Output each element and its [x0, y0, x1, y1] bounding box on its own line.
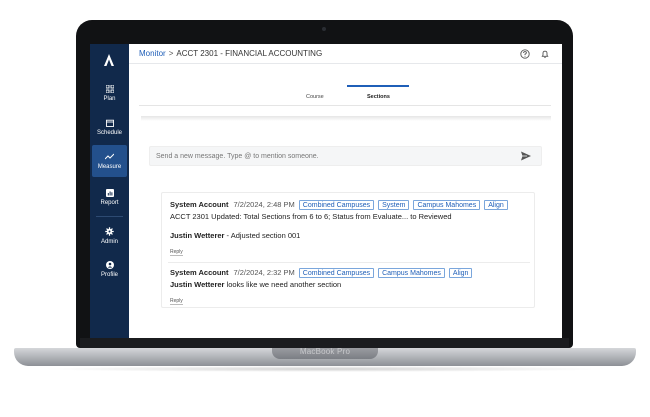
feed-message: System Account 7/2/2024, 2:32 PM Combine…: [170, 267, 530, 307]
calendar-icon: [105, 118, 115, 128]
message-feed: System Account 7/2/2024, 2:48 PM Combine…: [161, 192, 535, 308]
user-icon: [105, 260, 115, 270]
grid-icon: [105, 84, 115, 94]
tab-bar: Course Sections: [139, 85, 551, 106]
report-icon: [105, 188, 115, 198]
bell-icon[interactable]: [540, 49, 550, 59]
sidebar-item-admin[interactable]: Admin: [90, 220, 129, 252]
tag-badge[interactable]: Combined Campuses: [298, 199, 375, 210]
sidebar-item-label: Admin: [100, 238, 118, 245]
app-logo-icon[interactable]: [102, 53, 116, 67]
comment-text: looks like we need another section: [224, 280, 342, 289]
tag-badge[interactable]: Align: [484, 199, 508, 210]
sidebar-item-label: Measure: [97, 163, 122, 170]
breadcrumb-monitor-link[interactable]: Monitor: [139, 49, 166, 58]
breadcrumb-separator: >: [168, 49, 174, 58]
sidebar-item-label: Profile: [100, 271, 118, 278]
section-divider: [141, 116, 551, 121]
page-title: ACCT 2301 - FINANCIAL ACCOUNTING: [176, 49, 323, 58]
feed-message: System Account 7/2/2024, 2:48 PM Combine…: [170, 199, 530, 258]
laptop-shadow: [40, 366, 610, 372]
sidebar-item-label: Plan: [103, 95, 116, 102]
tab-sections[interactable]: Sections: [367, 94, 390, 100]
send-icon[interactable]: [520, 150, 532, 162]
camera-icon: [322, 27, 326, 31]
sidebar-item-label: Report: [100, 199, 119, 206]
message-body: Justin Wetterer looks like we need anoth…: [170, 280, 530, 289]
message-author[interactable]: System Account: [170, 200, 229, 209]
message-body: ACCT 2301 Updated: Total Sections from 6…: [170, 212, 452, 221]
sidebar-item-label: Schedule: [96, 129, 123, 136]
header-actions: [520, 49, 550, 59]
sidebar-item-report[interactable]: Report: [90, 181, 129, 213]
reply-button[interactable]: Reply: [170, 298, 183, 305]
model-label: MacBook Pro: [299, 347, 351, 356]
message-time: 7/2/2024, 2:48 PM: [233, 200, 295, 209]
message-header: System Account 7/2/2024, 2:32 PM Combine…: [170, 267, 530, 278]
tag-badge[interactable]: Align: [448, 267, 473, 278]
tag-badge[interactable]: Campus Mahomes: [413, 199, 481, 210]
trend-icon: [105, 152, 115, 162]
gear-icon: [105, 227, 115, 237]
app-screen: Plan Schedule Measure Report Admin Profi…: [90, 44, 562, 338]
tag-badge[interactable]: System: [378, 199, 410, 210]
tag-badge[interactable]: Campus Mahomes: [378, 267, 445, 278]
message-input-placeholder: Send a new message. Type @ to mention so…: [156, 152, 319, 160]
tab-course[interactable]: Course: [306, 94, 324, 100]
sidebar-item-plan[interactable]: Plan: [90, 77, 129, 109]
message-comment: Justin Wetterer - Adjusted section 001: [170, 231, 530, 240]
reply-button[interactable]: Reply: [170, 249, 183, 256]
sidebar-item-schedule[interactable]: Schedule: [90, 111, 129, 143]
active-tab-indicator: [347, 85, 409, 87]
sidebar-divider: [96, 216, 123, 217]
help-icon[interactable]: [520, 49, 530, 59]
message-header: System Account 7/2/2024, 2:48 PM Combine…: [170, 199, 530, 210]
sidebar-item-profile[interactable]: Profile: [90, 253, 129, 285]
message-divider: [168, 262, 530, 263]
message-time: 7/2/2024, 2:32 PM: [233, 268, 295, 277]
tag-badge[interactable]: Combined Campuses: [298, 267, 375, 278]
comment-author[interactable]: Justin Wetterer: [170, 231, 224, 240]
comment-text: - Adjusted section 001: [224, 231, 301, 240]
header-bar: Monitor > ACCT 2301 - FINANCIAL ACCOUNTI…: [129, 44, 562, 64]
comment-author[interactable]: Justin Wetterer: [170, 280, 224, 289]
message-input[interactable]: Send a new message. Type @ to mention so…: [149, 146, 542, 166]
message-author[interactable]: System Account: [170, 268, 229, 277]
sidebar-item-measure[interactable]: Measure: [92, 145, 127, 177]
sidebar: Plan Schedule Measure Report Admin Profi…: [90, 44, 129, 338]
